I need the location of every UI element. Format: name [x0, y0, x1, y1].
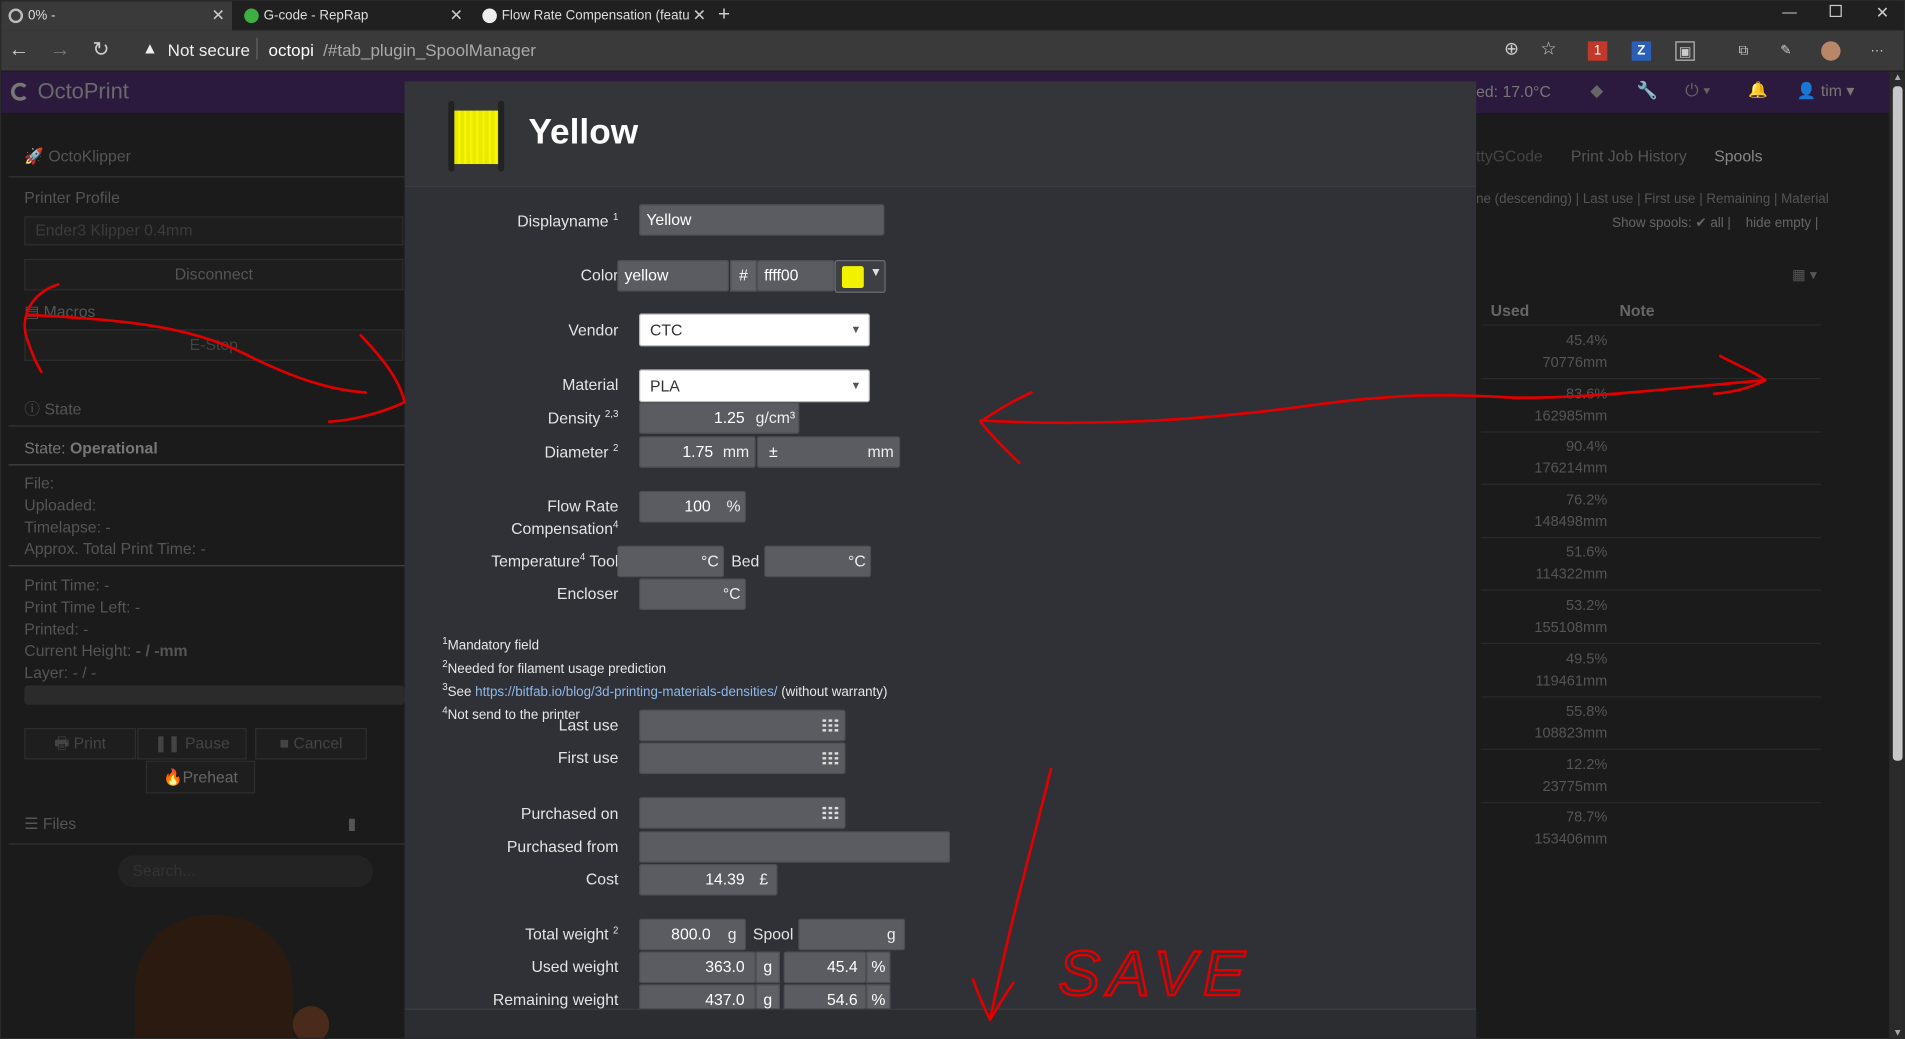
screenshot-stage: 0% - ✕ G-code - RepRap ✕ Flow Rate Compe…: [0, 0, 1905, 1039]
handwritten-annotations: SAVE: [23, 283, 1767, 1021]
sidebar-arrow-stroke: [23, 283, 60, 374]
density-arrowhead-left: [979, 391, 1033, 465]
save-arrow-stroke: [988, 767, 1053, 1021]
red-ink-strokes: [23, 283, 1767, 1021]
density-arrowhead-right: [1712, 354, 1767, 396]
sidebar-arrowhead: [327, 334, 406, 424]
sidebar-arrow-stroke: [26, 313, 368, 394]
density-arrow-stroke: [979, 379, 1765, 425]
save-annotation: SAVE: [1058, 939, 1252, 1009]
